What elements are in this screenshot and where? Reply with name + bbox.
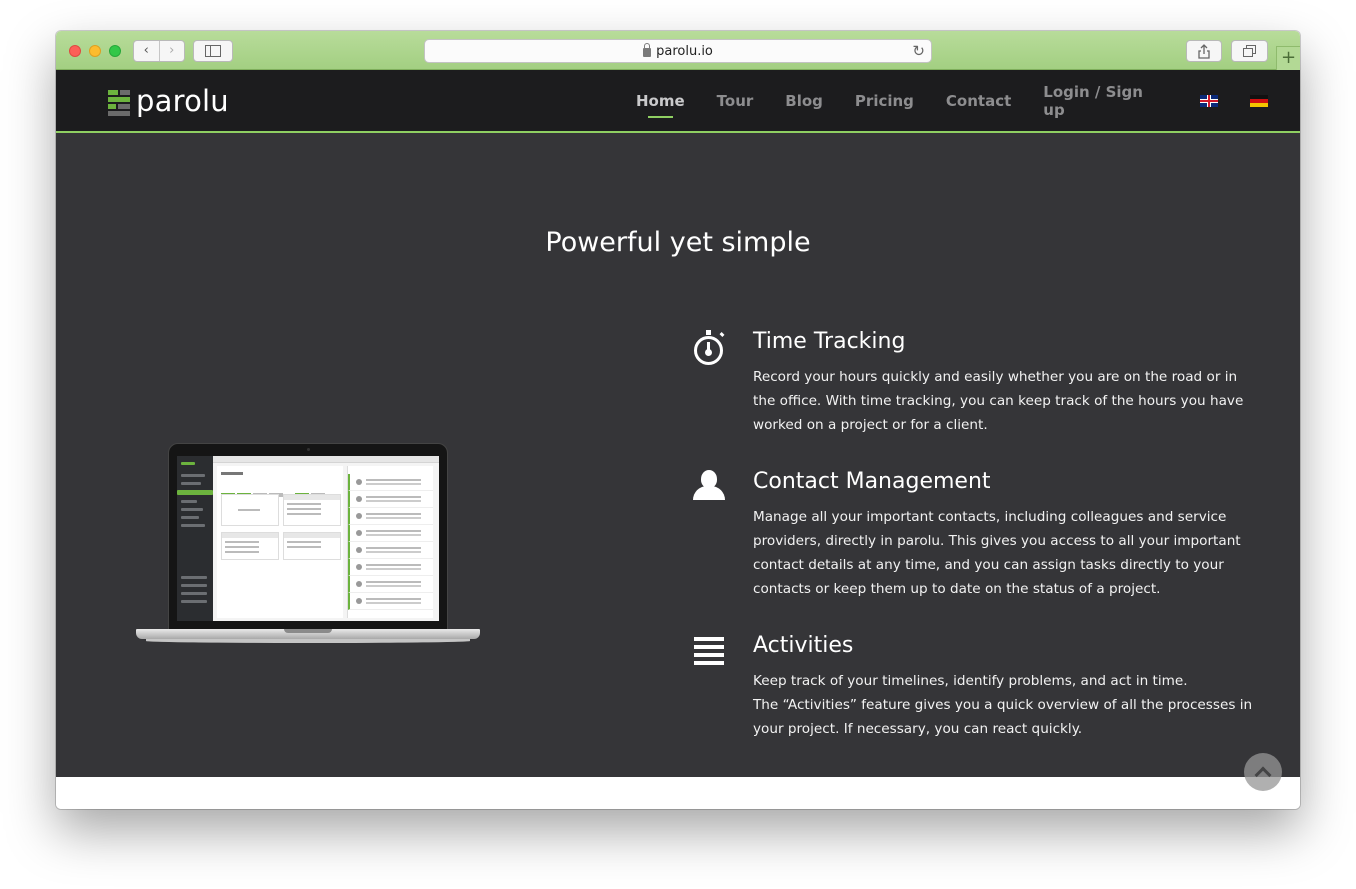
site-header: parolu Home Tour Blog Pricing Contact Lo… <box>56 70 1300 133</box>
footer-strip <box>56 777 1300 809</box>
nav-pricing[interactable]: Pricing <box>855 92 914 110</box>
main-nav: Home Tour Blog Pricing Contact Login / S… <box>636 70 1300 131</box>
logo-text: parolu <box>136 84 229 118</box>
sidebar-icon[interactable] <box>193 40 233 62</box>
german-flag-icon[interactable] <box>1250 94 1269 107</box>
chevron-up-icon[interactable] <box>1244 753 1282 791</box>
minimize-window-button[interactable] <box>89 45 101 57</box>
feature-title: Activities <box>753 633 854 658</box>
feature-description: Manage all your important contacts, incl… <box>753 509 1241 597</box>
feature-title: Contact Management <box>753 469 991 494</box>
lock-icon <box>643 43 652 57</box>
new-tab-button[interactable]: + <box>1276 46 1300 70</box>
feature-title: Time Tracking <box>753 329 906 354</box>
nav-tour[interactable]: Tour <box>717 92 754 110</box>
chevron-left-icon[interactable]: ‹ <box>134 41 159 61</box>
features-section: Powerful yet simple Time Tracking Record… <box>56 133 1300 777</box>
feature-description: Record your hours quickly and easily whe… <box>753 369 1244 433</box>
logo[interactable]: parolu <box>108 86 229 116</box>
chevron-right-icon[interactable]: › <box>158 41 185 61</box>
stopwatch-icon <box>693 329 725 365</box>
nav-home[interactable]: Home <box>636 92 685 118</box>
uk-flag-icon[interactable] <box>1200 94 1219 107</box>
laptop-screenshot-image <box>136 443 480 647</box>
tabs-icon[interactable] <box>1231 40 1268 62</box>
reload-icon[interactable]: ↻ <box>912 42 925 60</box>
person-icon <box>693 469 725 505</box>
share-icon[interactable] <box>1186 40 1222 62</box>
logo-mark-icon <box>108 88 132 116</box>
feature-description-line: The “Activities” feature gives you a qui… <box>753 697 1253 737</box>
nav-login-signup[interactable]: Login / Sign up <box>1043 83 1168 119</box>
nav-contact[interactable]: Contact <box>946 92 1011 110</box>
address-bar[interactable]: parolu.io ↻ <box>424 39 932 63</box>
section-title: Powerful yet simple <box>545 227 811 258</box>
browser-toolbar: ‹ › parolu.io ↻ + <box>56 31 1300 70</box>
history-nav-group: ‹ › <box>133 40 185 62</box>
nav-blog[interactable]: Blog <box>785 92 823 110</box>
browser-window: ‹ › parolu.io ↻ + parolu Home Tour Blog … <box>56 31 1300 809</box>
url-text: parolu.io <box>656 43 713 59</box>
close-window-button[interactable] <box>69 45 81 57</box>
list-icon <box>693 633 725 669</box>
feature-description-line: Keep track of your timelines, identify p… <box>753 673 1188 689</box>
feature-description: Keep track of your timelines, identify p… <box>753 669 1253 741</box>
zoom-window-button[interactable] <box>109 45 121 57</box>
